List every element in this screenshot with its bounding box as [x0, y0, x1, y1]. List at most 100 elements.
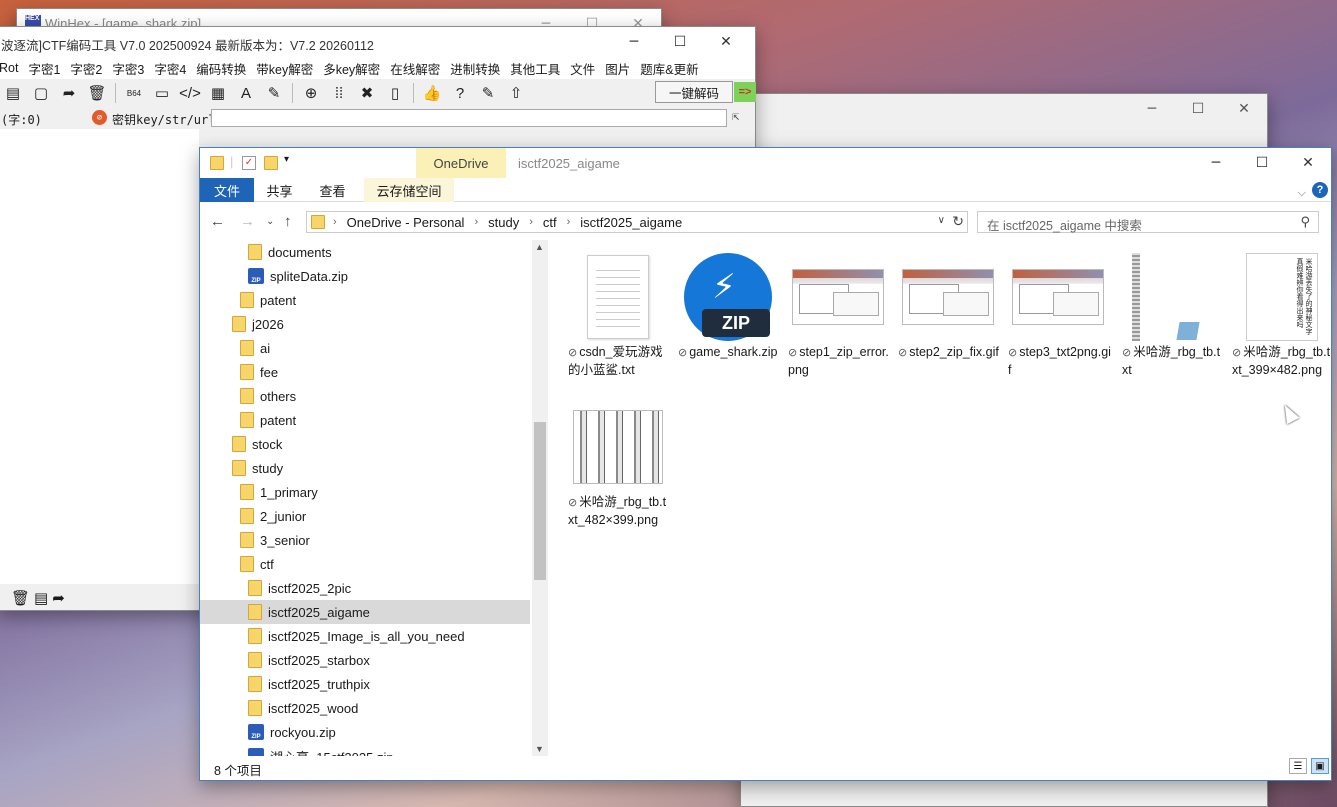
thumbs-up-icon[interactable]: 👍	[418, 81, 446, 105]
grid-icon[interactable]: ⁞⁞	[325, 81, 353, 105]
tab-share[interactable]: 共享	[253, 178, 306, 202]
menu-zimi2[interactable]: 字密2	[70, 59, 109, 78]
scroll-up-icon[interactable]: ▲	[535, 242, 544, 252]
tree-item[interactable]: 3_senior	[200, 528, 530, 552]
tree-item[interactable]: isctf2025_Image_is_all_you_need	[200, 624, 530, 648]
document-icon[interactable]: ▯	[381, 81, 409, 105]
one-click-decode-button[interactable]: 一键解码	[655, 81, 733, 103]
tree-item[interactable]: isctf2025_truthpix	[200, 672, 530, 696]
menu-online-decrypt[interactable]: 在线解密	[390, 59, 447, 78]
maximize-icon[interactable]: ☐	[1239, 148, 1285, 178]
minimize-icon[interactable]: ─	[611, 27, 657, 57]
help-icon[interactable]: ?	[1312, 182, 1328, 198]
customize-qat-icon[interactable]: ▾	[284, 154, 289, 165]
breadcrumb-current[interactable]: isctf2025_aigame	[580, 215, 682, 230]
key-input[interactable]	[211, 109, 727, 127]
menu-rot[interactable]: Rot	[0, 61, 25, 75]
tree-item[interactable]: isctf2025_wood	[200, 696, 530, 720]
breadcrumb-study[interactable]: study	[488, 215, 519, 230]
new-folder-icon[interactable]	[264, 156, 278, 170]
arrow-button[interactable]: =>	[734, 82, 756, 102]
tree-item[interactable]: ZIP rockyou.zip	[200, 720, 530, 744]
help-icon[interactable]: ?	[446, 81, 474, 105]
file-name-label: step3_txt2png.gif	[1008, 345, 1111, 377]
share-icon[interactable]: ➦	[52, 589, 65, 607]
tree-item[interactable]: fee	[200, 360, 530, 384]
forward-icon[interactable]: →	[240, 213, 255, 230]
table-icon[interactable]: ▦	[204, 81, 232, 105]
tree-item[interactable]: isctf2025_aigame	[200, 600, 530, 624]
copy-icon[interactable]: ▤	[34, 589, 48, 607]
search-input[interactable]: 在 isctf2025_aigame 中搜索 ⚲	[977, 211, 1319, 233]
menu-update[interactable]: 题库&更新	[640, 59, 705, 78]
copy-icon[interactable]: ▤	[0, 81, 27, 105]
menu-file[interactable]: 文件	[570, 59, 602, 78]
tab-cloud-storage[interactable]: 云存储空间	[364, 178, 454, 202]
nav-scrollbar[interactable]: ▲ ▼	[532, 240, 548, 756]
close-icon[interactable]: ✕	[1285, 148, 1331, 178]
tree-item[interactable]: study	[200, 456, 530, 480]
back-icon[interactable]: ←	[210, 213, 225, 230]
minimize-icon[interactable]: ─	[1193, 148, 1239, 178]
ctf-text-area[interactable]	[0, 129, 199, 584]
menu-zimi4[interactable]: 字密4	[154, 59, 193, 78]
properties-icon[interactable]: ✓	[242, 156, 256, 170]
tree-item[interactable]: isctf2025_starbox	[200, 648, 530, 672]
share-icon[interactable]: ➦	[55, 81, 83, 105]
scrollbar-thumb[interactable]	[534, 422, 546, 580]
details-view-icon[interactable]: ☰	[1289, 758, 1307, 774]
maximize-icon[interactable]: ☐	[1175, 94, 1221, 124]
recent-dropdown-icon[interactable]: ⌄	[266, 216, 274, 227]
font-icon[interactable]: A	[232, 81, 260, 105]
tree-item[interactable]: documents	[200, 240, 530, 264]
refresh-icon[interactable]: ↻	[952, 213, 964, 230]
menu-image[interactable]: 图片	[605, 59, 637, 78]
trash-icon[interactable]: 🗑	[11, 589, 30, 607]
menu-base-convert[interactable]: 进制转换	[450, 59, 507, 78]
tree-item[interactable]: ZIP spliteData.zip	[200, 264, 530, 288]
upload-icon[interactable]: ⇧	[502, 81, 530, 105]
scroll-down-icon[interactable]: ▼	[535, 744, 544, 754]
large-icons-view-icon[interactable]: ▣	[1311, 758, 1329, 774]
menu-zimi1[interactable]: 字密1	[28, 59, 67, 78]
tab-file[interactable]: 文件	[200, 178, 254, 202]
breadcrumb-onedrive[interactable]: OneDrive - Personal	[347, 215, 465, 230]
tree-item[interactable]: patent	[200, 288, 530, 312]
tree-item[interactable]: 1_primary	[200, 480, 530, 504]
minimize-icon[interactable]: ─	[1129, 94, 1175, 124]
tab-view[interactable]: 查看	[306, 178, 359, 202]
onedrive-contextual-tab[interactable]: OneDrive	[416, 148, 506, 178]
tree-item[interactable]: ctf	[200, 552, 530, 576]
menu-multikey-decrypt[interactable]: 多key解密	[323, 59, 387, 78]
tree-item[interactable]: j2026	[200, 312, 530, 336]
close-icon[interactable]: ✕	[703, 27, 749, 57]
trash-icon[interactable]: 🗑	[83, 81, 111, 105]
breadcrumb-ctf[interactable]: ctf	[543, 215, 557, 230]
sign-icon[interactable]: ✎	[260, 81, 288, 105]
close-icon[interactable]: ✕	[1221, 94, 1267, 124]
globe-icon[interactable]: ⊕	[297, 81, 325, 105]
menu-key-decrypt[interactable]: 带key解密	[256, 59, 320, 78]
tools-icon[interactable]: ✖	[353, 81, 381, 105]
chevron-down-icon[interactable]: ⌵	[1298, 181, 1306, 205]
tree-item[interactable]: stock	[200, 432, 530, 456]
menu-other-tools[interactable]: 其他工具	[510, 59, 567, 78]
base64-icon[interactable]: B64	[120, 81, 148, 105]
terminal-icon[interactable]: ▭	[148, 81, 176, 105]
address-dropdown-icon[interactable]: ∨	[938, 215, 945, 226]
up-icon[interactable]: ↑	[284, 213, 292, 230]
menu-encoding[interactable]: 编码转换	[196, 59, 253, 78]
tree-item[interactable]: others	[200, 384, 530, 408]
code-icon[interactable]: </>	[176, 81, 204, 105]
tree-item[interactable]: ai	[200, 336, 530, 360]
address-bar[interactable]: › OneDrive - Personal › study › ctf › is…	[306, 211, 968, 233]
maximize-icon[interactable]: ☐	[657, 27, 703, 57]
sync-status-icon: ⊘	[898, 347, 908, 359]
tree-item[interactable]: 2_junior	[200, 504, 530, 528]
tree-item[interactable]: patent	[200, 408, 530, 432]
paste-icon[interactable]: ▢	[27, 81, 55, 105]
tree-item[interactable]: isctf2025_2pic	[200, 576, 530, 600]
edit-icon[interactable]: ✎	[474, 81, 502, 105]
pick-key-icon[interactable]: ⇱	[732, 109, 750, 127]
menu-zimi3[interactable]: 字密3	[112, 59, 151, 78]
